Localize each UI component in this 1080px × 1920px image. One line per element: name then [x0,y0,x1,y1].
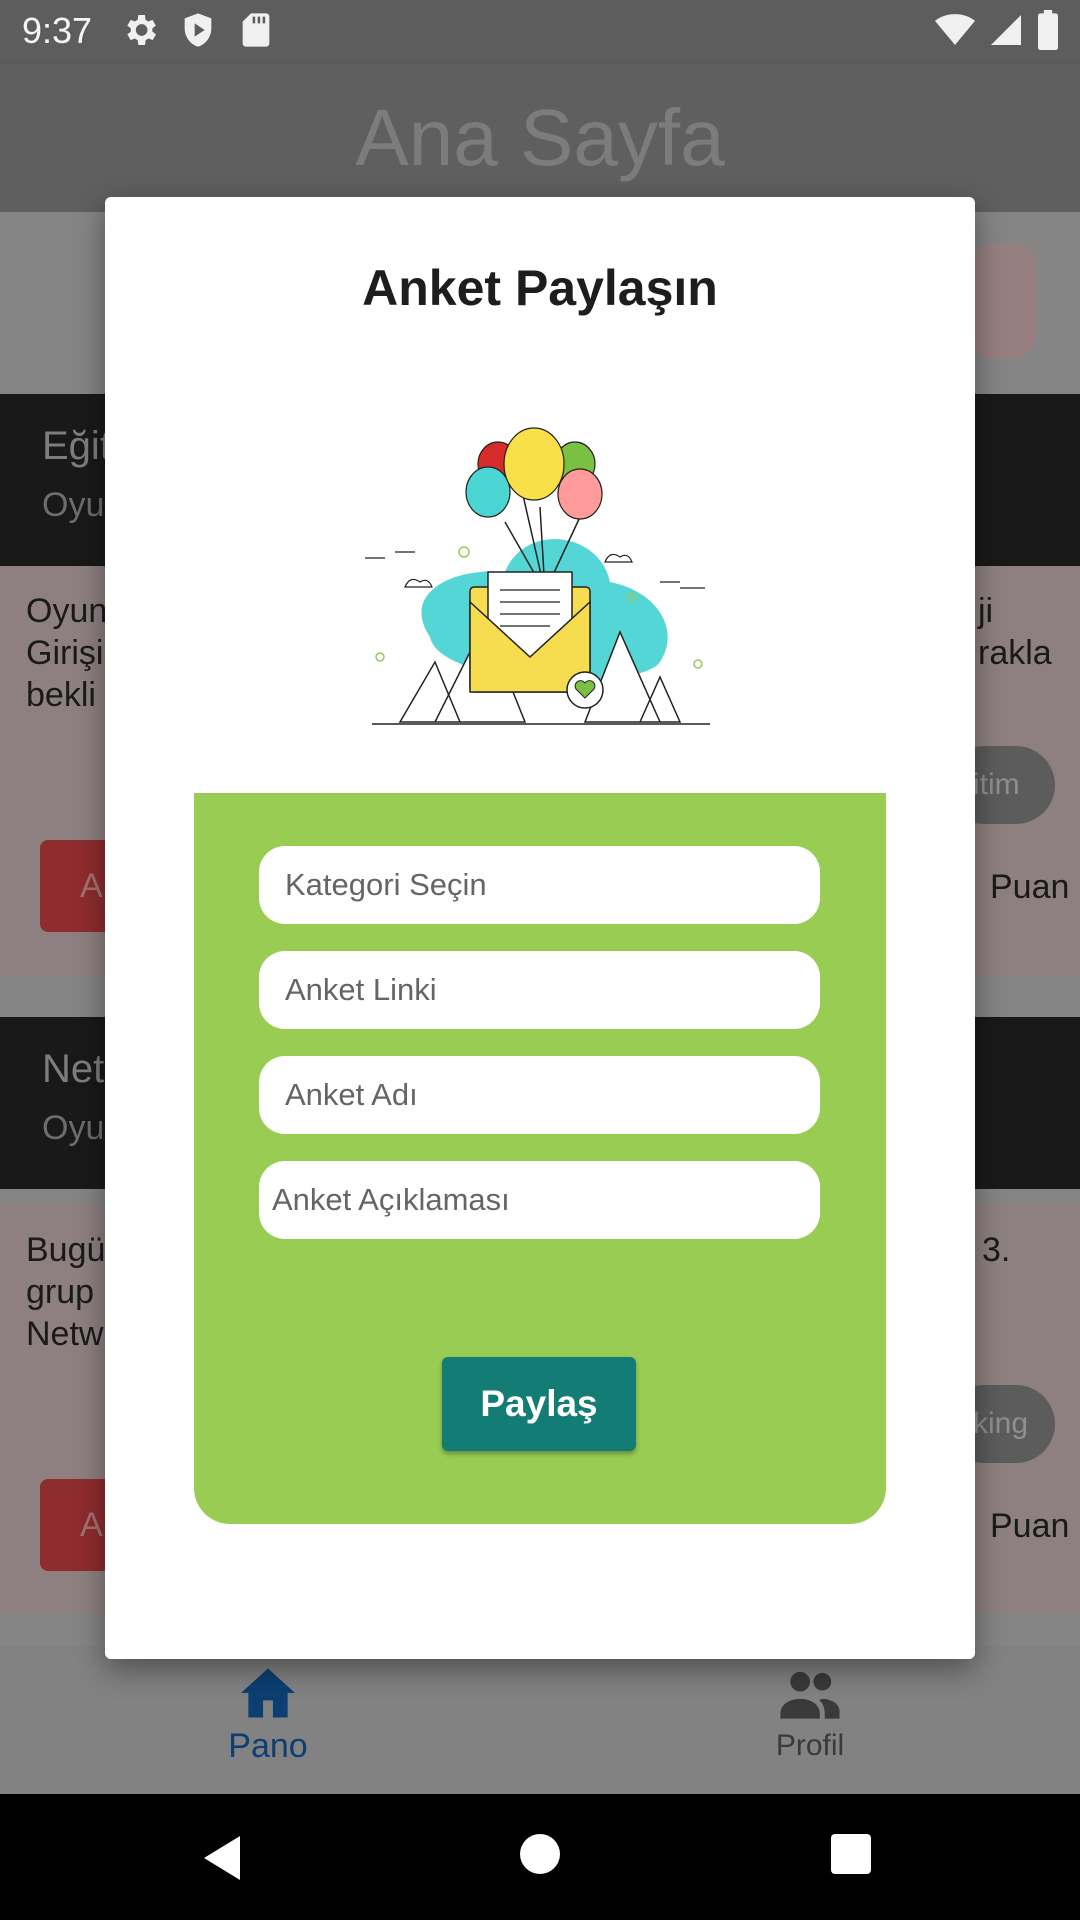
card-title: Eğit [42,424,111,468]
status-bar: 9:37 [0,0,1080,64]
card-title: Net [42,1047,105,1091]
signal-icon [991,15,1021,45]
gear-icon [127,15,156,45]
home-icon [241,1668,295,1718]
page-title: Ana Sayfa [355,93,725,182]
back-icon[interactable] [200,1834,244,1882]
category-select[interactable] [259,846,820,924]
nav-item-profil[interactable]: Profil [710,1666,910,1763]
survey-link-field[interactable] [259,951,820,1029]
card-points: Puan [990,868,1070,906]
home-circle-icon[interactable] [520,1834,560,1874]
card-description: Oyun Girişi bekli [26,592,108,714]
card-subtitle: Oyu [42,1109,105,1147]
app-bar: Ana Sayfa [0,64,1080,212]
share-survey-dialog: Anket Paylaşın Paylaş [105,197,975,1659]
share-button[interactable]: Paylaş [442,1357,636,1451]
survey-form-panel: Paylaş [194,793,886,1524]
recents-icon[interactable] [831,1834,871,1874]
card-description-right: ji rakla [978,592,1052,672]
people-icon [780,1671,840,1719]
sd-card-icon [242,13,270,47]
wifi-icon [935,14,975,45]
shield-icon [184,13,212,47]
card-description: Bugü grup Netw [26,1231,106,1353]
survey-name-field[interactable] [259,1056,820,1134]
nav-label: Profil [775,1729,845,1762]
card-description-right: 3. [982,1231,1011,1269]
status-time: 9:37 [22,10,93,51]
system-nav-bar [0,1794,1080,1920]
dialog-title: Anket Paylaşın [362,260,718,316]
survey-description-field[interactable] [259,1161,820,1239]
battery-icon [1038,10,1058,50]
nav-item-pano[interactable]: Pano [168,1666,368,1766]
background-chip [970,244,1036,358]
bottom-nav: Pano Profil [0,1646,1080,1794]
card-subtitle: Oyu [42,486,105,524]
envelope-balloons-illustration [365,427,710,725]
nav-label: Pano [228,1727,308,1765]
card-points: Puan [990,1507,1070,1545]
